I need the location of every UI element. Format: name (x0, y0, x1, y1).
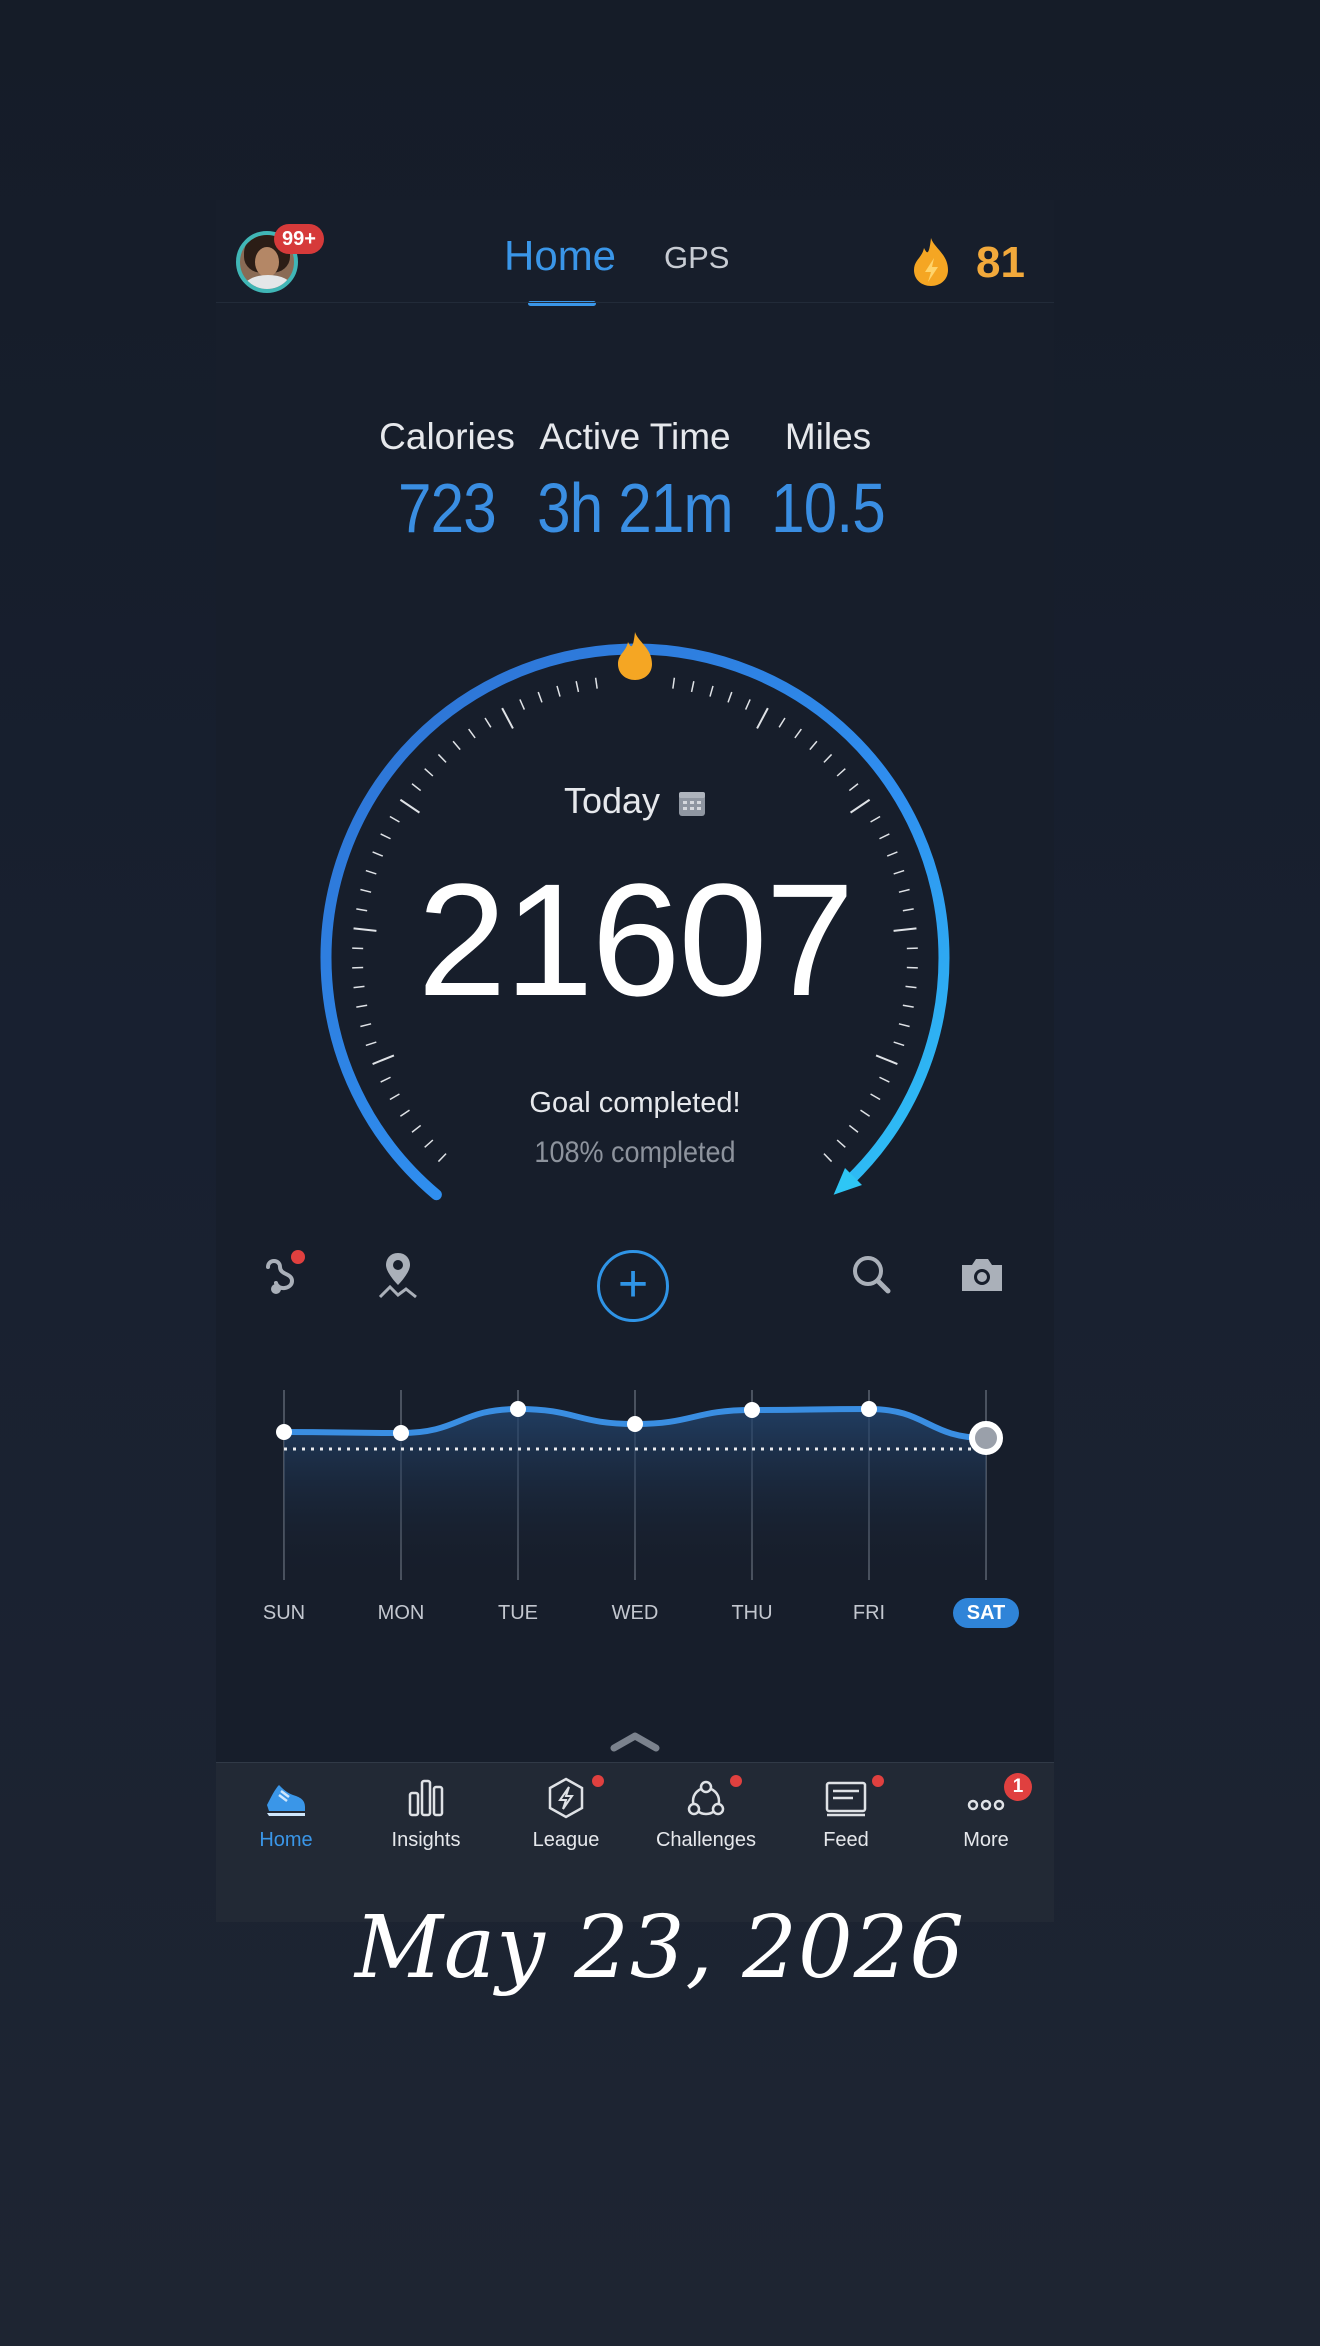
day-point[interactable] (861, 1401, 877, 1417)
day-point[interactable] (276, 1424, 292, 1440)
day-label-tue[interactable]: TUE (478, 1602, 558, 1625)
day-label-thu[interactable]: THU (712, 1602, 792, 1625)
nav-insights[interactable]: Insights (356, 1763, 496, 1863)
nav-label: Insights (391, 1829, 461, 1851)
selected-day-point[interactable] (969, 1421, 1003, 1455)
day-label-fri[interactable]: FRI (829, 1602, 909, 1625)
notification-dot (872, 1775, 884, 1787)
nav-label: League (532, 1829, 600, 1851)
hexagon-bolt-icon (548, 1777, 584, 1819)
nav-label: Challenges (655, 1829, 757, 1851)
day-label-sat[interactable]: SAT (953, 1598, 1019, 1628)
bar-chart-icon (408, 1779, 444, 1817)
nav-more[interactable]: 1 More (916, 1763, 1054, 1863)
more-badge: 1 (1004, 1773, 1032, 1801)
app-screen: 99+ Home GPS 81 Calories 723 Active Time… (216, 200, 1054, 1922)
people-circle-icon (687, 1780, 725, 1816)
nav-label: Feed (823, 1829, 869, 1851)
nav-league[interactable]: League (496, 1763, 636, 1863)
notification-dot (730, 1775, 742, 1787)
day-label-wed[interactable]: WED (595, 1602, 675, 1625)
notification-dot (592, 1775, 604, 1787)
weekly-steps-chart (276, 1390, 1003, 1580)
nav-label: More (963, 1829, 1009, 1851)
day-label-sun[interactable]: SUN (244, 1602, 324, 1625)
day-point[interactable] (393, 1425, 409, 1441)
day-point[interactable] (510, 1401, 526, 1417)
footer-date: May 23, 2026 (354, 1898, 966, 1998)
drawer-handle-icon[interactable] (610, 1730, 660, 1752)
sneaker-icon (267, 1785, 305, 1816)
day-point[interactable] (744, 1402, 760, 1418)
nav-challenges[interactable]: Challenges (636, 1763, 776, 1863)
nav-feed[interactable]: Feed (776, 1763, 916, 1863)
news-icon (825, 1781, 867, 1817)
day-label-mon[interactable]: MON (361, 1602, 441, 1625)
nav-home[interactable]: Home (216, 1763, 356, 1863)
nav-label: Home (259, 1829, 313, 1851)
more-dots-icon (967, 1799, 1005, 1811)
day-point[interactable] (627, 1416, 643, 1432)
